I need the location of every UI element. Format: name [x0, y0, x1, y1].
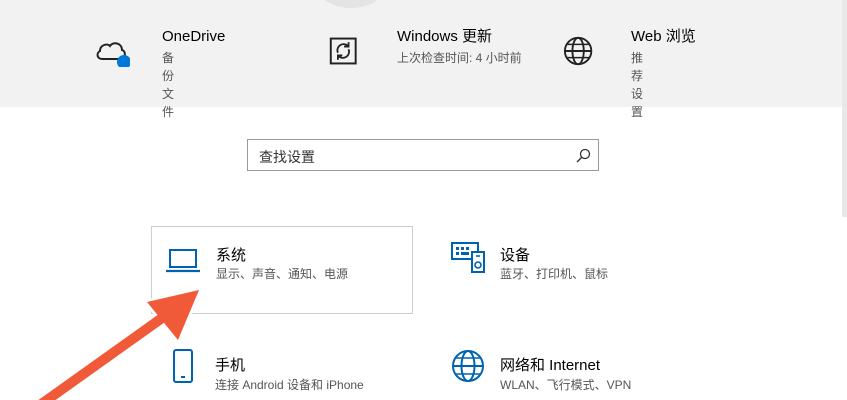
status-header: OneDrive 备份文件 Windows 更新 上次检查时间: 4 小时前 W… [0, 0, 847, 119]
devices-icon [451, 242, 485, 273]
web-browse-subtitle: 推荐设置 [631, 51, 644, 119]
category-subtitle: WLAN、飞行模式、VPN [500, 378, 632, 392]
network-globe-icon [452, 350, 484, 382]
category-title: 设备 [500, 247, 531, 264]
window-edge [842, 0, 847, 217]
category-subtitle: 显示、声音、通知、电源 [216, 267, 349, 281]
category-title: 手机 [215, 357, 246, 374]
search-input[interactable]: 查找设置 [259, 147, 315, 167]
windows-update-subtitle: 上次检查时间: 4 小时前 [397, 51, 522, 65]
category-phone[interactable]: 手机 连接 Android 设备和 iPhone [151, 338, 413, 400]
phone-icon [173, 349, 193, 383]
laptop-icon [166, 249, 200, 273]
category-title: 网络和 Internet [500, 357, 601, 374]
category-network[interactable]: 网络和 Internet WLAN、飞行模式、VPN [436, 338, 698, 400]
cloud-icon [96, 42, 130, 67]
category-system[interactable]: 系统 显示、声音、通知、电源 [151, 226, 413, 314]
category-subtitle: 蓝牙、打印机、鼠标 [500, 267, 609, 281]
category-devices[interactable]: 设备 蓝牙、打印机、鼠标 [436, 226, 698, 314]
search-box[interactable]: 查找设置 [247, 139, 599, 171]
update-sync-icon [329, 37, 357, 65]
search-icon[interactable] [575, 148, 591, 164]
globe-icon [563, 36, 593, 66]
windows-update-title: Windows 更新 [397, 28, 493, 45]
onedrive-title: OneDrive [162, 28, 226, 45]
onedrive-subtitle: 备份文件 [162, 51, 175, 119]
web-browse-title: Web 浏览 [631, 28, 696, 45]
category-subtitle: 连接 Android 设备和 iPhone [215, 378, 364, 392]
category-title: 系统 [216, 247, 247, 264]
avatar [316, 0, 386, 8]
